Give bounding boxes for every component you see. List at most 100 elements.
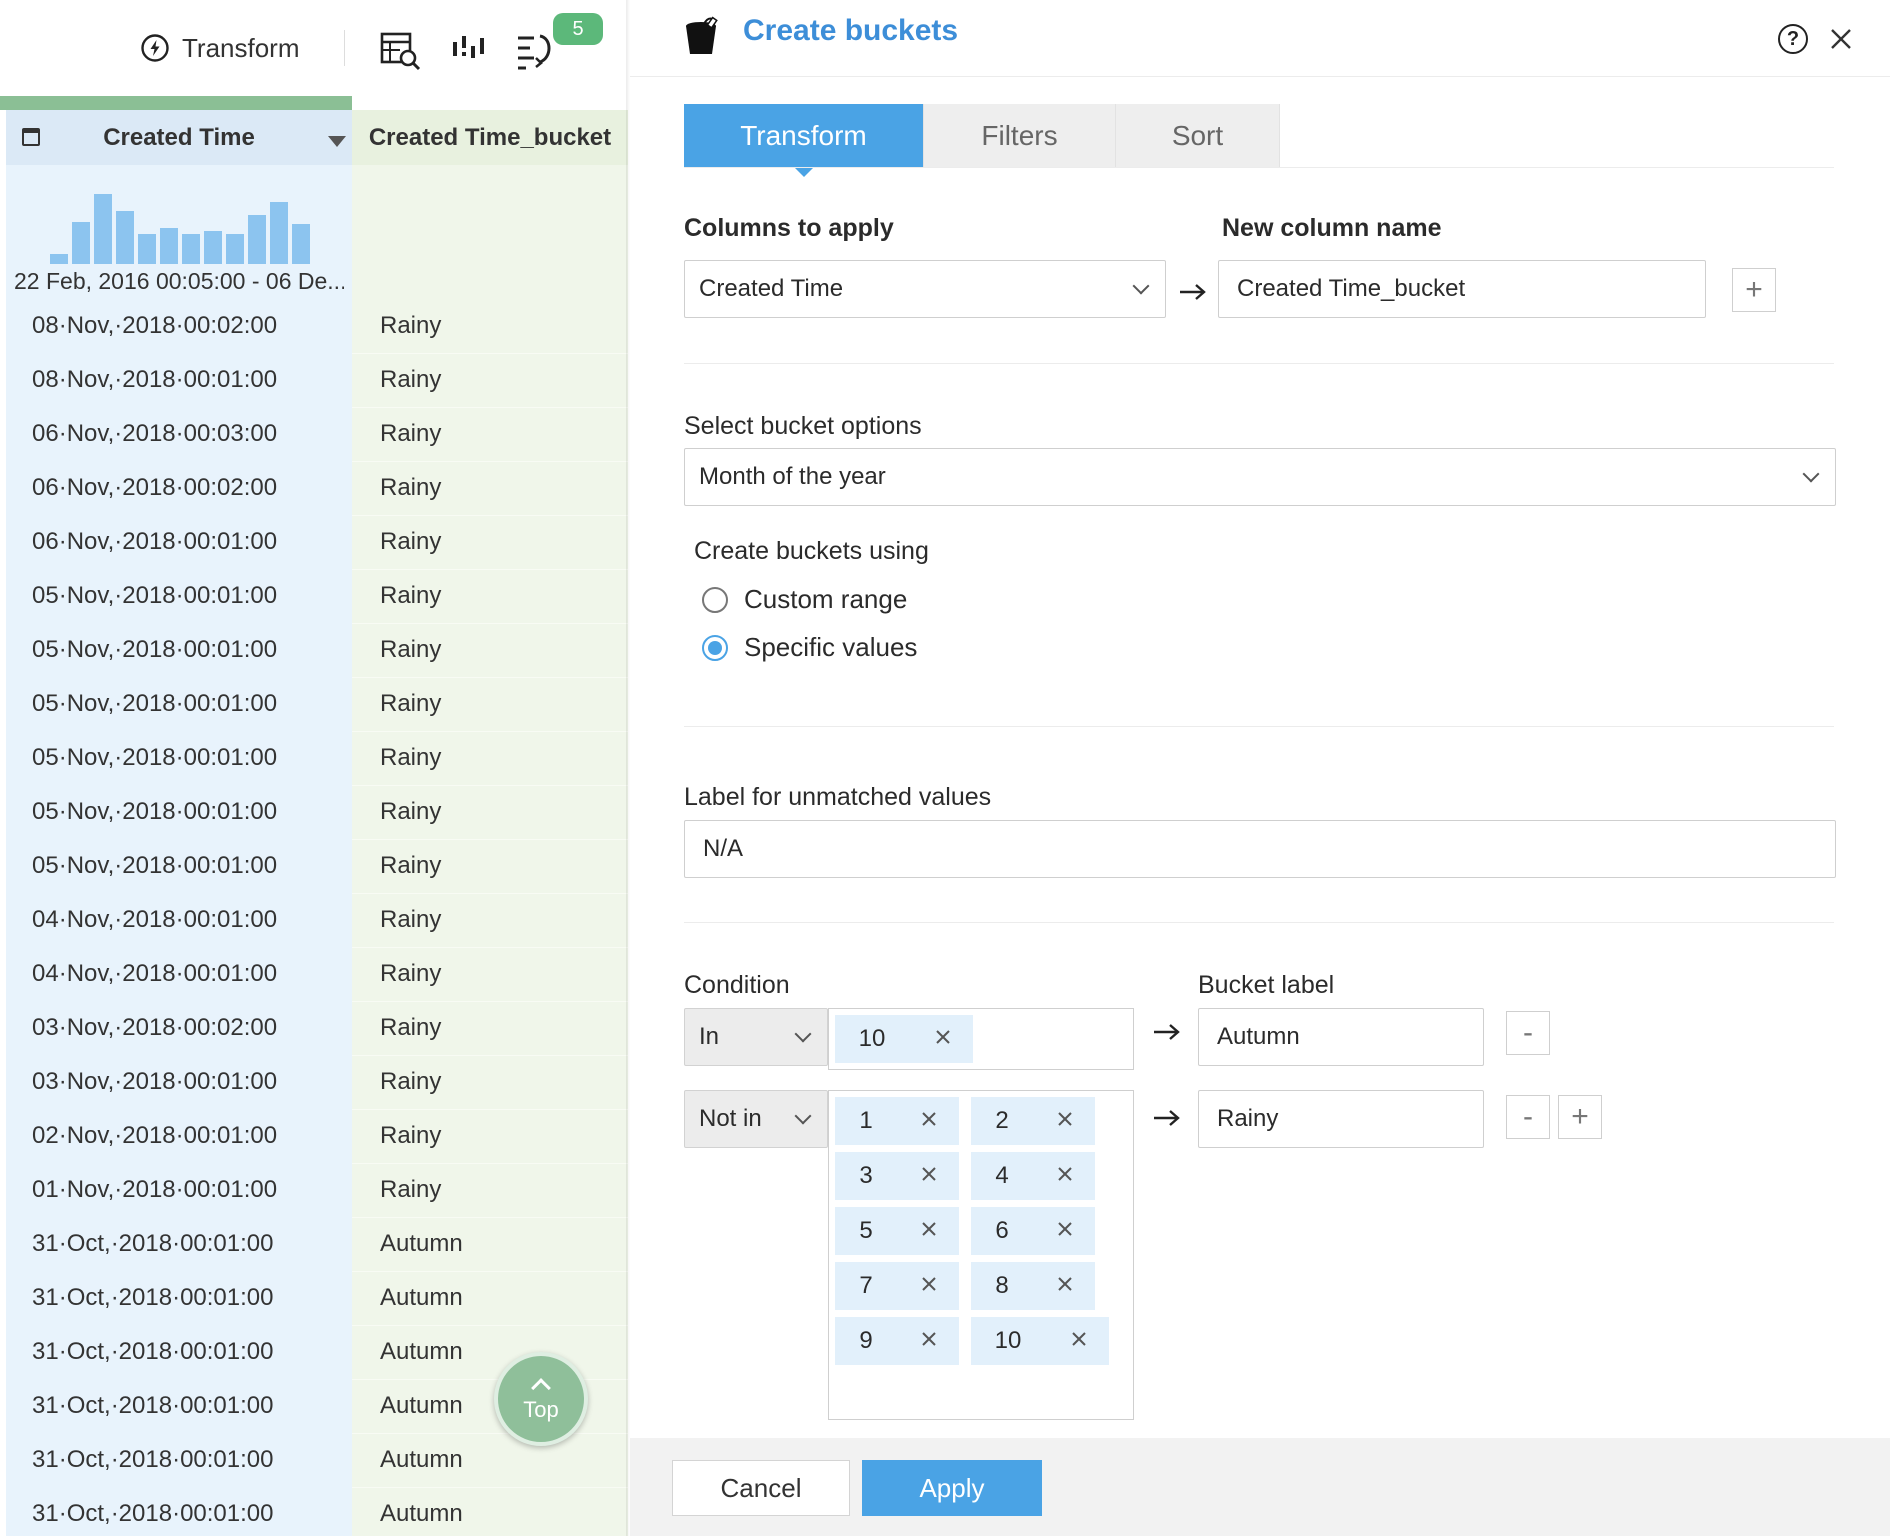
radio-button[interactable] — [702, 586, 728, 613]
created-time-cell[interactable]: 05·Nov,·2018·00:01:00 — [32, 744, 277, 772]
bucket-options-value: Month of the year — [699, 463, 886, 490]
table-search-icon[interactable] — [378, 28, 422, 72]
bucket-cell[interactable]: Autumn — [380, 1284, 463, 1312]
bucket-cell[interactable]: Rainy — [380, 1068, 441, 1096]
condition-values-box[interactable]: 1 2 3 4 5 6 7 8 9 10 — [828, 1090, 1134, 1420]
created-time-cell[interactable]: 03·Nov,·2018·00:01:00 — [32, 1068, 277, 1096]
bucket-cell[interactable]: Autumn — [380, 1446, 463, 1474]
created-time-cell[interactable]: 08·Nov,·2018·00:02:00 — [32, 312, 277, 340]
add-column-button[interactable]: + — [1732, 268, 1776, 312]
scroll-top-button[interactable]: Top — [494, 1352, 588, 1446]
bucket-cell[interactable]: Autumn — [380, 1338, 463, 1366]
bucket-cell[interactable]: Rainy — [380, 744, 441, 772]
value-tag: 9 — [835, 1317, 959, 1365]
bucket-cell[interactable]: Rainy — [380, 420, 441, 448]
cancel-button[interactable]: Cancel — [672, 1460, 850, 1516]
remove-tag-icon[interactable] — [919, 1219, 939, 1239]
histogram-bar — [116, 211, 134, 264]
bucket-label-input[interactable]: Autumn — [1198, 1008, 1484, 1066]
bucket-cell[interactable]: Autumn — [380, 1230, 463, 1258]
remove-condition-button[interactable]: - — [1506, 1011, 1550, 1055]
bucket-cell[interactable]: Rainy — [380, 960, 441, 988]
remove-tag-icon[interactable] — [1055, 1164, 1075, 1184]
bucket-cell[interactable]: Rainy — [380, 366, 441, 394]
created-time-cell[interactable]: 05·Nov,·2018·00:01:00 — [32, 636, 277, 664]
steps-icon[interactable] — [514, 28, 558, 72]
remove-tag-icon[interactable] — [919, 1164, 939, 1184]
remove-tag-icon[interactable] — [919, 1109, 939, 1129]
bucket-cell[interactable]: Rainy — [380, 312, 441, 340]
condition-values-box[interactable]: 10 — [828, 1008, 1134, 1070]
created-time-cell[interactable]: 03·Nov,·2018·00:02:00 — [32, 1014, 277, 1042]
created-time-cell[interactable]: 31·Oct,·2018·00:01:00 — [32, 1500, 274, 1528]
radio-specific-values[interactable]: Specific values — [702, 632, 917, 663]
add-condition-button[interactable]: + — [1558, 1095, 1602, 1139]
column-stats-icon[interactable] — [449, 28, 493, 72]
created-time-cell[interactable]: 04·Nov,·2018·00:01:00 — [32, 960, 277, 988]
bucket-cell[interactable]: Rainy — [380, 528, 441, 556]
bucket-cell[interactable]: Rainy — [380, 906, 441, 934]
tab-transform[interactable]: Transform — [684, 104, 924, 177]
histogram[interactable] — [50, 176, 312, 264]
radio-button-selected[interactable] — [702, 634, 728, 661]
condition-operator-select[interactable]: Not in — [684, 1090, 828, 1148]
new-column-name-input[interactable]: Created Time_bucket — [1218, 260, 1706, 318]
bucket-cell[interactable]: Rainy — [380, 798, 441, 826]
bucket-cell[interactable]: Rainy — [380, 474, 441, 502]
created-time-cell[interactable]: 02·Nov,·2018·00:01:00 — [32, 1122, 277, 1150]
created-time-header[interactable]: Created Time — [6, 110, 352, 165]
column-menu-caret-icon[interactable] — [328, 136, 346, 147]
close-icon[interactable] — [1826, 24, 1856, 54]
tab-filters[interactable]: Filters — [924, 104, 1116, 168]
tab-sort[interactable]: Sort — [1116, 104, 1280, 168]
created-time-cell[interactable]: 05·Nov,·2018·00:01:00 — [32, 798, 277, 826]
created-time-cell[interactable]: 31·Oct,·2018·00:01:00 — [32, 1284, 274, 1312]
bucket-cell[interactable]: Autumn — [380, 1500, 463, 1528]
created-time-cell[interactable]: 05·Nov,·2018·00:01:00 — [32, 582, 277, 610]
bucket-cell[interactable]: Rainy — [380, 690, 441, 718]
unmatched-input[interactable]: N/A — [684, 820, 1836, 878]
created-time-cell[interactable]: 06·Nov,·2018·00:02:00 — [32, 474, 277, 502]
created-time-cell[interactable]: 06·Nov,·2018·00:03:00 — [32, 420, 277, 448]
arrow-right-icon — [1180, 284, 1206, 300]
bucket-cell[interactable]: Rainy — [380, 636, 441, 664]
columns-select[interactable]: Created Time — [684, 260, 1166, 318]
created-time-cell[interactable]: 31·Oct,·2018·00:01:00 — [32, 1392, 274, 1420]
created-time-cell[interactable]: 31·Oct,·2018·00:01:00 — [32, 1446, 274, 1474]
created-time-cell[interactable]: 31·Oct,·2018·00:01:00 — [32, 1230, 274, 1258]
remove-condition-button[interactable]: - — [1506, 1095, 1550, 1139]
chevron-down-icon — [1132, 277, 1150, 295]
remove-tag-icon[interactable] — [1055, 1274, 1075, 1294]
created-time-cell[interactable]: 06·Nov,·2018·00:01:00 — [32, 528, 277, 556]
condition-operator-select[interactable]: In — [684, 1008, 828, 1066]
remove-tag-icon[interactable] — [1055, 1219, 1075, 1239]
remove-tag-icon[interactable] — [919, 1274, 939, 1294]
bucket-cell[interactable]: Autumn — [380, 1392, 463, 1420]
help-icon[interactable]: ? — [1778, 24, 1808, 54]
created-time-cell[interactable]: 01·Nov,·2018·00:01:00 — [32, 1176, 277, 1204]
created-time-cell[interactable]: 31·Oct,·2018·00:01:00 — [32, 1338, 274, 1366]
remove-tag-icon[interactable] — [1069, 1329, 1089, 1349]
value-tag: 2 — [971, 1097, 1095, 1145]
created-time-cell[interactable]: 04·Nov,·2018·00:01:00 — [32, 906, 277, 934]
remove-tag-icon[interactable] — [933, 1027, 953, 1047]
bucket-cell[interactable]: Rainy — [380, 582, 441, 610]
bucket-header[interactable]: Created Time_bucket — [352, 110, 628, 165]
bucket-label-input[interactable]: Rainy — [1198, 1090, 1484, 1148]
bucket-cell[interactable]: Rainy — [380, 1176, 441, 1204]
bucket-cell[interactable]: Rainy — [380, 1014, 441, 1042]
bucket-options-select[interactable]: Month of the year — [684, 448, 1836, 506]
bucket-cell[interactable]: Rainy — [380, 1122, 441, 1150]
remove-tag-icon[interactable] — [1055, 1109, 1075, 1129]
remove-tag-icon[interactable] — [919, 1329, 939, 1349]
created-time-cell[interactable]: 08·Nov,·2018·00:01:00 — [32, 366, 277, 394]
histogram-bar — [138, 234, 156, 264]
histogram-bar — [182, 234, 200, 264]
toolbar-divider — [344, 30, 345, 66]
apply-button[interactable]: Apply — [862, 1460, 1042, 1516]
transform-button[interactable]: Transform — [140, 28, 300, 68]
created-time-cell[interactable]: 05·Nov,·2018·00:01:00 — [32, 690, 277, 718]
bucket-cell[interactable]: Rainy — [380, 852, 441, 880]
radio-custom-range[interactable]: Custom range — [702, 584, 907, 615]
created-time-cell[interactable]: 05·Nov,·2018·00:01:00 — [32, 852, 277, 880]
